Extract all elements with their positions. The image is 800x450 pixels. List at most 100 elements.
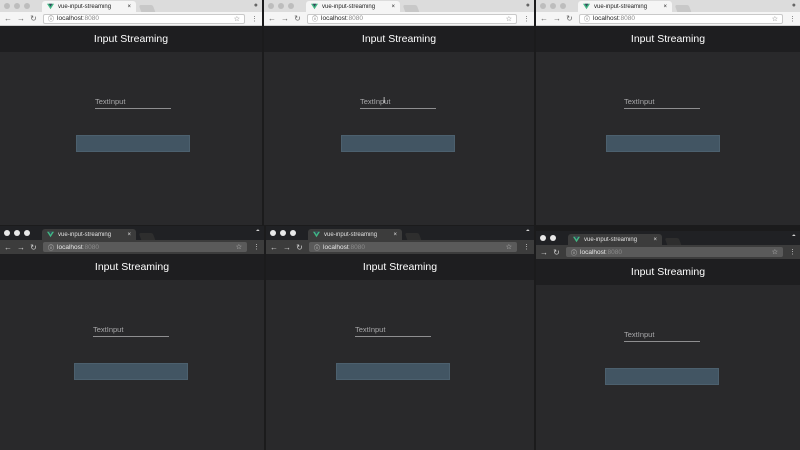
close-window-button[interactable]: [4, 230, 10, 236]
address-bar[interactable]: ⓘ localhost:8080 ☆: [579, 13, 783, 24]
browser-tab[interactable]: vue-input-streaming ×: [306, 1, 400, 12]
star-icon[interactable]: ☆: [772, 15, 778, 23]
browser-tab[interactable]: vue-input-streaming ×: [578, 1, 672, 12]
text-input[interactable]: TextInput: [93, 325, 169, 337]
reload-icon[interactable]: ↻: [566, 14, 573, 23]
star-icon[interactable]: ☆: [234, 15, 240, 23]
back-arrow-icon[interactable]: ←: [540, 14, 548, 23]
address-bar[interactable]: ⓘ localhost:8080 ☆: [566, 247, 783, 257]
browser-tab[interactable]: vue-input-streaming ×: [42, 229, 136, 240]
tab-close-icon[interactable]: ×: [653, 237, 657, 243]
tab-close-icon[interactable]: ×: [127, 4, 131, 10]
reload-icon[interactable]: ↻: [30, 243, 37, 252]
maximize-window-button[interactable]: [560, 3, 566, 9]
tab-title: vue-input-streaming: [584, 236, 638, 243]
minimize-window-button[interactable]: [550, 235, 556, 241]
info-icon[interactable]: ⓘ: [48, 14, 54, 23]
menu-dots-icon[interactable]: ⋮: [789, 248, 796, 256]
new-tab-button[interactable]: [138, 5, 156, 12]
minimize-window-button[interactable]: [278, 3, 284, 9]
address-bar[interactable]: ⓘ localhost:8080 ☆: [307, 13, 517, 24]
reload-icon[interactable]: ↻: [294, 14, 301, 23]
forward-arrow-icon[interactable]: →: [540, 248, 548, 257]
minimize-window-button[interactable]: [14, 230, 20, 236]
address-toolbar: ← → ↻ ⓘ localhost:8080 ☆ ⋮: [0, 12, 262, 26]
address-toolbar: → ↻ ⓘ localhost:8080 ☆ ⋮: [536, 245, 800, 259]
maximize-window-button[interactable]: [24, 230, 30, 236]
minimize-window-button[interactable]: [280, 230, 286, 236]
tab-strip: vue-input-streaming × ●: [264, 0, 534, 12]
new-tab-button[interactable]: [402, 5, 420, 12]
menu-dots-icon[interactable]: ⋮: [523, 243, 530, 251]
new-tab-button[interactable]: [404, 233, 422, 240]
url-host: localhost: [57, 243, 83, 251]
menu-dots-icon[interactable]: ⋮: [253, 243, 260, 251]
tab-close-icon[interactable]: ×: [663, 4, 667, 10]
star-icon[interactable]: ☆: [506, 243, 512, 251]
app-title: Input Streaming: [361, 33, 437, 45]
text-input[interactable]: TextInput: [624, 330, 700, 342]
app-body: TextInput: [536, 52, 800, 225]
star-icon[interactable]: ☆: [506, 15, 512, 23]
address-bar[interactable]: ⓘ localhost:8080 ☆: [43, 13, 245, 24]
forward-arrow-icon[interactable]: →: [553, 14, 561, 23]
info-icon[interactable]: ⓘ: [312, 14, 318, 23]
close-window-button[interactable]: [540, 3, 546, 9]
app-body: TextInput: [266, 280, 534, 450]
stream-output-bar: [606, 135, 720, 152]
forward-arrow-icon[interactable]: →: [17, 14, 25, 23]
back-arrow-icon[interactable]: ←: [4, 243, 12, 252]
tab-strip: vue-input-streaming × ●: [0, 0, 262, 12]
browser-tab[interactable]: vue-input-streaming ×: [308, 229, 402, 240]
text-input[interactable]: TextInput: [355, 325, 431, 337]
address-bar[interactable]: ⓘ localhost:8080 ☆: [309, 242, 517, 252]
close-window-button[interactable]: [4, 3, 10, 9]
new-tab-button[interactable]: [664, 238, 682, 245]
profile-icon[interactable]: ●: [526, 2, 530, 9]
tab-close-icon[interactable]: ×: [391, 4, 395, 10]
tab-title: vue-input-streaming: [58, 231, 112, 238]
star-icon[interactable]: ☆: [236, 243, 242, 251]
text-input[interactable]: TextInput: [360, 97, 436, 109]
back-arrow-icon[interactable]: ←: [270, 243, 278, 252]
menu-dots-icon[interactable]: ⋮: [789, 15, 796, 23]
forward-arrow-icon[interactable]: →: [17, 243, 25, 252]
new-tab-button[interactable]: [674, 5, 692, 12]
menu-dots-icon[interactable]: ⋮: [251, 15, 258, 23]
text-input[interactable]: TextInput: [624, 97, 700, 109]
app-header: Input Streaming: [536, 259, 800, 285]
star-icon[interactable]: ☆: [772, 248, 778, 256]
address-bar[interactable]: ⓘ localhost:8080 ☆: [43, 242, 247, 252]
minimize-window-button[interactable]: [550, 3, 556, 9]
info-icon[interactable]: ⓘ: [571, 248, 577, 257]
info-icon[interactable]: ⓘ: [584, 14, 590, 23]
reload-icon[interactable]: ↻: [296, 243, 303, 252]
back-arrow-icon[interactable]: ←: [4, 14, 12, 23]
reload-icon[interactable]: ↻: [553, 248, 560, 257]
text-input[interactable]: TextInput: [95, 97, 171, 109]
url-port: :8080: [348, 243, 365, 251]
maximize-window-button[interactable]: [288, 3, 294, 9]
info-icon[interactable]: ⓘ: [314, 243, 320, 252]
close-window-button[interactable]: [268, 3, 274, 9]
window-controls: [4, 226, 30, 240]
reload-icon[interactable]: ↻: [30, 14, 37, 23]
new-tab-button[interactable]: [138, 233, 156, 240]
info-icon[interactable]: ⓘ: [48, 243, 54, 252]
profile-icon[interactable]: ●: [792, 2, 796, 9]
maximize-window-button[interactable]: [24, 3, 30, 9]
browser-tab[interactable]: vue-input-streaming ×: [42, 1, 136, 12]
back-arrow-icon[interactable]: ←: [268, 14, 276, 23]
tab-close-icon[interactable]: ×: [393, 232, 397, 238]
forward-arrow-icon[interactable]: →: [283, 243, 291, 252]
window-controls: [540, 231, 556, 245]
profile-icon[interactable]: ●: [254, 2, 258, 9]
close-window-button[interactable]: [540, 235, 546, 241]
maximize-window-button[interactable]: [290, 230, 296, 236]
forward-arrow-icon[interactable]: →: [281, 14, 289, 23]
close-window-button[interactable]: [270, 230, 276, 236]
tab-close-icon[interactable]: ×: [127, 232, 131, 238]
browser-tab[interactable]: vue-input-streaming ×: [568, 234, 662, 245]
minimize-window-button[interactable]: [14, 3, 20, 9]
menu-dots-icon[interactable]: ⋮: [523, 15, 530, 23]
